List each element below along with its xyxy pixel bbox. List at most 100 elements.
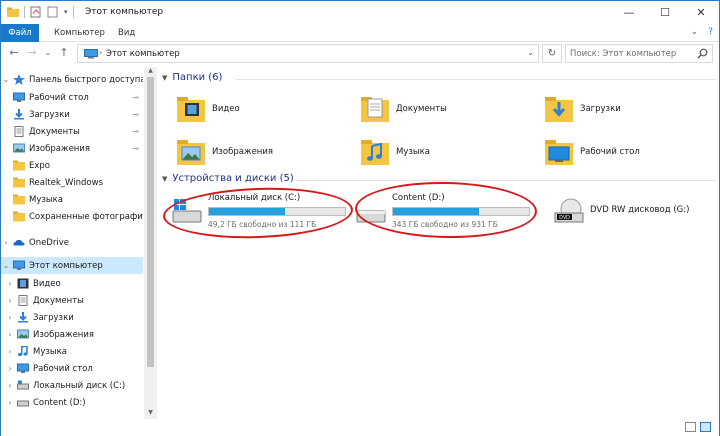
refresh-button[interactable]: ↻: [542, 44, 562, 63]
back-button[interactable]: ←: [7, 46, 21, 60]
downloads-folder-icon: [545, 97, 573, 122]
nav-pc-music[interactable]: › Музыка: [1, 343, 143, 360]
up-button[interactable]: ↑: [57, 46, 71, 60]
drive-g[interactable]: DVD DVD RW дисковод (G:): [546, 192, 716, 232]
breadcrumb-chevron-icon[interactable]: ›: [99, 48, 102, 57]
nav-pc-downloads[interactable]: › Загрузки: [1, 309, 143, 326]
nav-label: Expo: [29, 160, 50, 171]
nav-quick-access[interactable]: ⌄ Панель быстрого доступа: [1, 71, 143, 88]
separator: [24, 6, 25, 18]
folder-icon: [13, 194, 25, 205]
folder-label: Видео: [212, 104, 240, 114]
maximize-button[interactable]: ☐: [647, 1, 683, 24]
devices-group-header[interactable]: ▼ Устройства и диски (5): [162, 173, 294, 184]
search-placeholder: Поиск: Этот компьютер: [570, 49, 677, 59]
windows-drive-icon: [172, 199, 202, 223]
details-view-icon[interactable]: [685, 422, 696, 432]
expand-icon[interactable]: ›: [5, 330, 15, 339]
group-divider: [236, 79, 716, 80]
pin-icon: ⊸: [132, 144, 139, 153]
drive-c[interactable]: Локальный диск (C:) 49,2 ГБ свободно из …: [164, 192, 350, 232]
recent-locations-button[interactable]: ⌄: [41, 46, 55, 60]
expand-icon[interactable]: ›: [5, 296, 15, 305]
tiles-view-icon[interactable]: [700, 422, 711, 432]
folders-group-header[interactable]: ▼ Папки (6): [162, 72, 222, 83]
nav-label: Локальный диск (C:): [33, 380, 126, 391]
documents-icon: [14, 126, 24, 137]
expand-icon[interactable]: ›: [5, 381, 15, 390]
new-folder-icon[interactable]: [47, 6, 59, 18]
nav-qa-music[interactable]: Музыка: [1, 191, 143, 208]
properties-icon[interactable]: [30, 6, 42, 18]
nav-qa-desktop[interactable]: Рабочий стол ⊸: [1, 89, 143, 106]
folder-pictures[interactable]: Изображения: [158, 134, 338, 170]
hdd-icon: [356, 210, 386, 223]
breadcrumb[interactable]: Этот компьютер: [106, 49, 180, 59]
nav-label: Панель быстрого доступа: [29, 74, 143, 85]
computer-icon: [13, 260, 25, 270]
drive-usage-bar: [208, 207, 346, 216]
drive-free-space: 343 ГБ свободно из 931 ГБ: [392, 220, 498, 229]
expand-icon[interactable]: ›: [5, 364, 15, 373]
folder-music[interactable]: Музыка: [342, 134, 522, 170]
nav-label: Этот компьютер: [29, 260, 103, 271]
folder-documents[interactable]: Документы: [342, 91, 522, 127]
close-button[interactable]: ✕: [683, 1, 719, 24]
folder-label: Загрузки: [580, 104, 621, 114]
expand-icon[interactable]: ›: [5, 347, 15, 356]
folder-desktop[interactable]: Рабочий стол: [526, 134, 706, 170]
collapse-icon[interactable]: ⌄: [1, 261, 11, 270]
folder-downloads[interactable]: Загрузки: [526, 91, 706, 127]
nav-label: Рабочий стол: [29, 92, 89, 103]
onedrive-icon: [13, 239, 25, 246]
nav-pc-drive-d[interactable]: › Content (D:): [1, 394, 143, 411]
nav-pc-desktop[interactable]: › Рабочий стол: [1, 360, 143, 377]
nav-pc-drive-c[interactable]: › Локальный диск (C:): [1, 377, 143, 394]
folder-icon: [13, 211, 25, 222]
nav-label: Realtek_Windows: [29, 177, 104, 188]
folder-videos[interactable]: Видео: [158, 91, 338, 127]
expand-icon[interactable]: ›: [5, 398, 15, 407]
nav-scrollbar[interactable]: ▲ ▼: [144, 67, 157, 419]
address-dropdown-icon[interactable]: ⌄: [527, 48, 534, 57]
nav-qa-saved-photos[interactable]: Сохраненные фотографии: [1, 208, 143, 225]
tab-file[interactable]: Файл: [1, 24, 39, 42]
address-bar[interactable]: › Этот компьютер ⌄: [77, 44, 539, 63]
folder-icon: [13, 177, 25, 188]
window-title: Этот компьютер: [85, 7, 164, 17]
drive-name: Локальный диск (C:): [208, 193, 301, 203]
group-collapse-icon[interactable]: ▼: [162, 74, 167, 82]
drive-d[interactable]: Content (D:) 343 ГБ свободно из 931 ГБ: [348, 192, 534, 232]
nav-this-pc[interactable]: ⌄ Этот компьютер: [1, 257, 143, 274]
nav-qa-realtek[interactable]: Realtek_Windows: [1, 174, 143, 191]
tab-computer[interactable]: Компьютер: [45, 24, 114, 42]
nav-qa-pictures[interactable]: Изображения ⊸: [1, 140, 143, 157]
expand-ribbon-icon[interactable]: ⌄: [691, 27, 699, 37]
scroll-up-arrow-icon[interactable]: ▲: [144, 67, 157, 77]
qat-dropdown-icon[interactable]: ▾: [64, 8, 68, 16]
expand-icon[interactable]: ›: [5, 313, 15, 322]
expand-icon[interactable]: ›: [1, 238, 11, 247]
star-icon: [13, 74, 25, 85]
nav-onedrive[interactable]: › OneDrive: [1, 234, 143, 251]
nav-qa-expo[interactable]: Expo: [1, 157, 143, 174]
nav-pc-documents[interactable]: › Документы: [1, 292, 143, 309]
nav-pc-videos[interactable]: › Видео: [1, 275, 143, 292]
forward-button[interactable]: →: [25, 46, 39, 60]
scroll-down-arrow-icon[interactable]: ▼: [144, 409, 157, 419]
nav-qa-documents[interactable]: Документы ⊸: [1, 123, 143, 140]
nav-qa-downloads[interactable]: Загрузки ⊸: [1, 106, 143, 123]
scroll-thumb[interactable]: [147, 77, 154, 367]
search-input[interactable]: Поиск: Этот компьютер: [565, 44, 713, 63]
group-collapse-icon[interactable]: ▼: [162, 175, 167, 183]
drive-icon: [17, 400, 29, 407]
help-icon[interactable]: ?: [708, 27, 713, 37]
drive-name: Content (D:): [392, 193, 445, 203]
nav-label: Изображения: [29, 143, 91, 154]
minimize-button[interactable]: —: [611, 1, 647, 24]
expand-icon[interactable]: ›: [5, 279, 15, 288]
tab-view[interactable]: Вид: [109, 24, 144, 42]
nav-pc-pictures[interactable]: › Изображения: [1, 326, 143, 343]
content-pane: ▼ Папки (6) Видео Документы Загрузки Изо…: [158, 67, 719, 419]
collapse-icon[interactable]: ⌄: [1, 75, 11, 84]
